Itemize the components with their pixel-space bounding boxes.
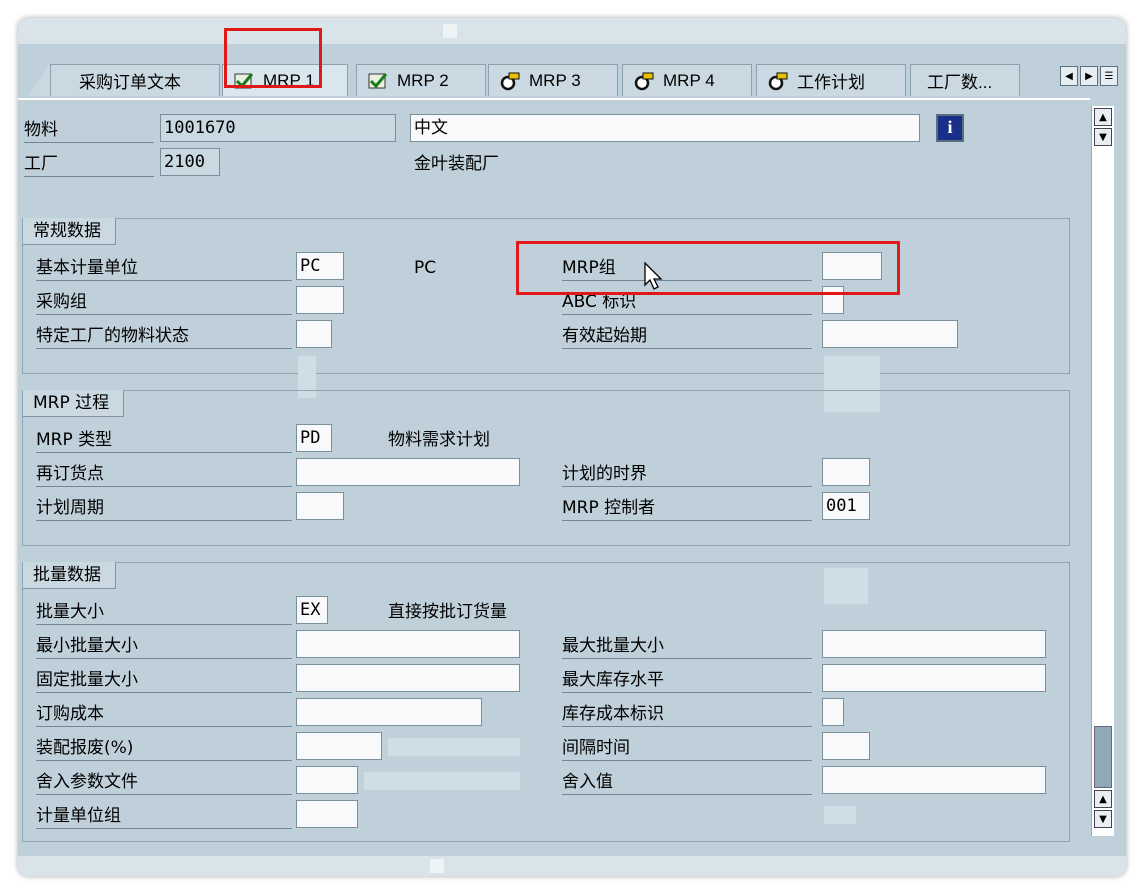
min-lot-size-label: 最小批量大小 [36, 634, 292, 659]
splitter-grip[interactable] [443, 24, 457, 38]
edit-icon [634, 72, 654, 90]
bottom-strip [18, 856, 1126, 876]
rounding-value-field[interactable] [822, 766, 1046, 794]
max-lot-size-label: 最大批量大小 [562, 634, 812, 659]
scroll-down-icon[interactable]: ▼ [1094, 810, 1112, 828]
storage-cost-indicator-label: 库存成本标识 [562, 702, 812, 727]
ghost-field [364, 772, 520, 790]
planning-cycle-field[interactable] [296, 492, 344, 520]
assembly-scrap-label: 装配报废(%) [36, 736, 292, 761]
scrollbar-thumb[interactable] [1094, 726, 1112, 788]
planning-time-fence-label: 计划的时界 [562, 462, 812, 487]
splitter-grip[interactable] [430, 859, 444, 873]
mrp-type-text: 物料需求计划 [388, 430, 490, 450]
tab-navigation: ◀ ▶ ☰ [1060, 66, 1118, 86]
tab-mrp2[interactable]: MRP 2 [356, 64, 486, 96]
max-lot-size-field[interactable] [822, 630, 1046, 658]
uom-group-field[interactable] [296, 800, 358, 828]
max-stock-level-field[interactable] [822, 664, 1046, 692]
tab-work-scheduling[interactable]: 工作计划 [756, 64, 906, 96]
tab-label: 工厂数... [927, 73, 993, 92]
ghost-field [388, 738, 520, 756]
ghost-field [824, 568, 868, 604]
mrp-controller-field[interactable]: 001 [822, 492, 870, 520]
material-label: 物料 [24, 118, 154, 143]
mouse-cursor-icon [644, 262, 663, 290]
scroll-down-icon[interactable]: ▼ [1094, 128, 1112, 146]
material-field[interactable]: 1001670 [160, 114, 396, 142]
rounding-profile-label: 舍入参数文件 [36, 770, 292, 795]
valid-from-field[interactable] [822, 320, 958, 348]
highlight-mrp-group-box [516, 241, 900, 295]
purchasing-group-field[interactable] [296, 286, 344, 314]
storage-cost-indicator-field[interactable] [822, 698, 844, 726]
tab-scroll-left-icon[interactable]: ◀ [1060, 66, 1078, 86]
content-area: 物料 1001670 中文 i 工厂 2100 金叶装配厂 常规数据 基本计量单… [18, 98, 1090, 860]
plant-material-status-field[interactable] [296, 320, 332, 348]
group-title: 批量数据 [23, 562, 116, 589]
material-description-field[interactable]: 中文 [410, 114, 920, 142]
tab-label: MRP 2 [397, 70, 449, 90]
valid-from-label: 有效起始期 [562, 324, 812, 349]
takt-time-field[interactable] [822, 732, 870, 760]
base-uom-field[interactable]: PC [296, 252, 344, 280]
scroll-up-icon[interactable]: ▲ [1094, 790, 1112, 808]
rounding-value-label: 舍入值 [562, 770, 812, 795]
mrp-type-label: MRP 类型 [36, 428, 292, 453]
assembly-scrap-field[interactable] [296, 732, 382, 760]
sap-window: 采购订单文本 MRP 1 MRP 2 MRP 3 MRP 4 工作计划 工厂数.… [18, 18, 1126, 876]
plant-description: 金叶装配厂 [414, 154, 499, 174]
lot-size-label: 批量大小 [36, 600, 292, 625]
tab-scroll-right-icon[interactable]: ▶ [1080, 66, 1098, 86]
highlight-tab-box [224, 28, 322, 88]
reorder-point-label: 再订货点 [36, 462, 292, 487]
ghost-field [824, 806, 856, 824]
fixed-lot-size-label: 固定批量大小 [36, 668, 292, 693]
tab-label: MRP 3 [529, 70, 581, 90]
mrp-type-field[interactable]: PD [296, 424, 332, 452]
ordering-cost-field[interactable] [296, 698, 482, 726]
mrp-controller-label: MRP 控制者 [562, 496, 812, 521]
tab-plant-data[interactable]: 工厂数... [910, 64, 1020, 96]
plant-material-status-label: 特定工厂的物料状态 [36, 324, 292, 349]
min-lot-size-field[interactable] [296, 630, 520, 658]
top-strip [18, 18, 1126, 44]
tab-edge [28, 64, 50, 96]
tab-label: MRP 4 [663, 70, 715, 90]
edit-icon [768, 72, 788, 90]
lot-size-field[interactable]: EX [296, 596, 328, 624]
edit-icon [500, 72, 520, 90]
base-uom-label: 基本计量单位 [36, 256, 292, 281]
tab-po-text[interactable]: 采购订单文本 [50, 64, 220, 96]
rounding-profile-field[interactable] [296, 766, 358, 794]
vertical-scrollbar[interactable]: ▲ ▼ ▲ ▼ [1091, 106, 1114, 836]
tab-label: 采购订单文本 [79, 73, 181, 92]
reorder-point-field[interactable] [296, 458, 520, 486]
max-stock-level-label: 最大库存水平 [562, 668, 812, 693]
check-icon [368, 72, 388, 88]
group-title: MRP 过程 [23, 390, 125, 417]
uom-group-label: 计量单位组 [36, 804, 292, 829]
plant-label: 工厂 [24, 152, 154, 177]
tab-label: 工作计划 [797, 73, 865, 92]
tab-mrp4[interactable]: MRP 4 [622, 64, 752, 96]
fixed-lot-size-field[interactable] [296, 664, 520, 692]
plant-field[interactable]: 2100 [160, 148, 220, 176]
tab-list-icon[interactable]: ☰ [1100, 66, 1118, 86]
planning-cycle-label: 计划周期 [36, 496, 292, 521]
lot-size-text: 直接按批订货量 [388, 602, 507, 622]
purchasing-group-label: 采购组 [36, 290, 292, 315]
scroll-up-icon[interactable]: ▲ [1094, 108, 1112, 126]
base-uom-text: PC [414, 258, 437, 278]
info-icon[interactable]: i [936, 114, 964, 142]
tab-mrp3[interactable]: MRP 3 [488, 64, 618, 96]
group-title: 常规数据 [23, 218, 116, 245]
planning-time-fence-field[interactable] [822, 458, 870, 486]
takt-time-label: 间隔时间 [562, 736, 812, 761]
ordering-cost-label: 订购成本 [36, 702, 292, 727]
